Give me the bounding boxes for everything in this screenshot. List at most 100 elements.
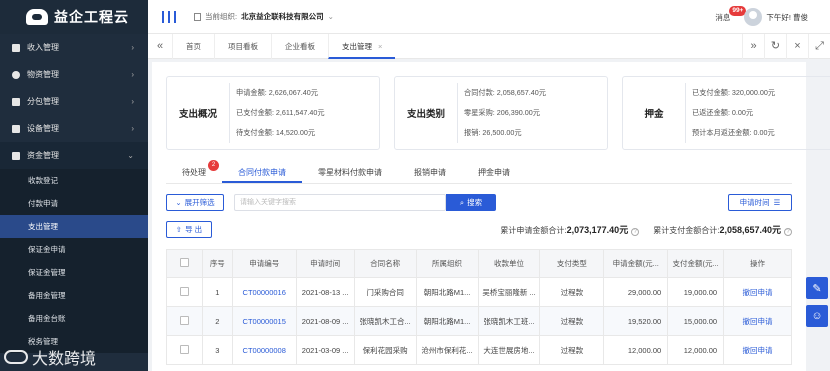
cell-paid-amount: 15,000.00 bbox=[667, 306, 725, 336]
user-float-icon[interactable]: ☺ bbox=[806, 305, 828, 327]
search-label: 搜索 bbox=[467, 198, 483, 207]
tab-enterprise-board[interactable]: 企业看板 bbox=[271, 33, 328, 59]
search-button[interactable]: ⌕ 搜索 bbox=[446, 194, 496, 211]
sidebar-subitem-expense[interactable]: 支出管理 bbox=[0, 215, 148, 238]
totals-bar: 累计申请金额合计:2,073,177.40元? 累计支付金额合计:2,058,6… bbox=[500, 223, 792, 236]
total-paid: 累计支付金额合计:2,058,657.40元? bbox=[653, 223, 792, 236]
file-icon bbox=[12, 43, 20, 52]
list-icon bbox=[12, 124, 20, 133]
table-row: 2 CT00000015 2021-08-09 ... 张晓凯木工合... 朝阳… bbox=[166, 306, 792, 336]
double-chevron-right-icon[interactable]: » bbox=[742, 34, 764, 59]
cell-payee: 吴桥宝丽隆新 ... bbox=[477, 277, 541, 307]
edit-float-icon[interactable]: ✎ bbox=[806, 277, 828, 299]
column-header: 申请编号 bbox=[231, 249, 297, 278]
card-line: 已返还金额: 0.00元 bbox=[692, 108, 754, 117]
help-icon[interactable]: ? bbox=[631, 228, 640, 236]
row-checkbox[interactable] bbox=[166, 277, 203, 307]
tab-misc-material-payment[interactable]: 零星材料付款申请 bbox=[302, 162, 398, 183]
avatar[interactable] bbox=[744, 8, 763, 26]
cell-pay-type: 过程款 bbox=[539, 306, 605, 336]
messages-label: 消息 bbox=[715, 12, 731, 22]
payment-table: 序号 申请编号 申请时间 合同名称 所属组织 收款单位 支付类型 申请金额(元.… bbox=[166, 249, 792, 365]
tab-bar: « 首页 项目看板 企业看板 支出管理 × » ↻ × ⤢ bbox=[148, 33, 830, 59]
card-line: 已支付金额: 2,611,547.40元 bbox=[236, 108, 325, 117]
cell-apply-amount: 12,000.00 bbox=[603, 335, 669, 365]
cell-contract-name: 张晓凯木工合... bbox=[353, 306, 417, 336]
sidebar-subitem-receipt[interactable]: 收款登记 bbox=[0, 169, 148, 192]
user-greeting[interactable]: 下午好! 曹俊 bbox=[766, 12, 808, 23]
main-content: 支出概况 申请金额: 2,626,067.40元 已支付金额: 2,611,54… bbox=[152, 62, 830, 371]
cell-apply-no[interactable]: CT00000008 bbox=[231, 335, 297, 365]
summary-cards: 支出概况 申请金额: 2,626,067.40元 已支付金额: 2,611,54… bbox=[166, 76, 830, 150]
tab-label: 待处理 bbox=[182, 168, 206, 177]
tab-deposit-request[interactable]: 押金申请 bbox=[462, 162, 526, 183]
card-expense-category: 支出类别 合同付款: 2,058,657.40元 零星采购: 206,390.0… bbox=[394, 76, 608, 150]
card-title: 支出类别 bbox=[406, 109, 445, 120]
export-button[interactable]: ⇧ 导 出 bbox=[166, 221, 212, 238]
sidebar-subitem-deposit-manage[interactable]: 保证金管理 bbox=[0, 261, 148, 284]
select-all-checkbox[interactable] bbox=[166, 249, 203, 278]
column-header: 收款单位 bbox=[477, 249, 541, 278]
apply-time-sort-button[interactable]: 申请时间 ☰ bbox=[728, 194, 792, 211]
search-icon: ⌕ bbox=[459, 197, 465, 207]
total-paid-label: 累计支付金额合计: bbox=[653, 226, 720, 235]
cell-apply-no[interactable]: CT00000016 bbox=[231, 277, 297, 307]
search-input[interactable]: 请输入关键字搜索 bbox=[234, 194, 446, 211]
card-line: 零星采购: 206,390.00元 bbox=[464, 108, 540, 117]
withdraw-button[interactable]: 撤回申请 bbox=[723, 335, 792, 365]
tab-expense-manage[interactable]: 支出管理 × bbox=[328, 33, 396, 59]
sidebar-subitem-payment-request[interactable]: 付款申请 bbox=[0, 192, 148, 215]
chevron-right-icon: › bbox=[131, 70, 134, 79]
menu-toggle-icon[interactable] bbox=[162, 10, 176, 23]
card-line: 已支付金额: 320,000.00元 bbox=[692, 88, 776, 97]
column-header: 所属组织 bbox=[415, 249, 479, 278]
sidebar-subitem-petty-cash[interactable]: 备用金管理 bbox=[0, 284, 148, 307]
sidebar-item-funds[interactable]: 资金管理 ⌄ bbox=[0, 142, 148, 169]
cell-index: 3 bbox=[201, 335, 233, 365]
tab-pending[interactable]: 待处理 2 bbox=[166, 160, 222, 183]
total-apply: 累计申请金额合计:2,073,177.40元? bbox=[500, 223, 640, 236]
cell-apply-amount: 19,520.00 bbox=[603, 306, 669, 336]
total-apply-label: 累计申请金额合计: bbox=[500, 226, 567, 235]
card-expense-overview: 支出概况 申请金额: 2,626,067.40元 已支付金额: 2,611,54… bbox=[166, 76, 380, 150]
sidebar-subitem-petty-ledger[interactable]: 备用金台账 bbox=[0, 307, 148, 330]
close-icon[interactable]: × bbox=[378, 42, 382, 51]
close-icon[interactable]: × bbox=[786, 34, 808, 59]
double-chevron-left-icon[interactable]: « bbox=[148, 40, 172, 52]
tab-project-board[interactable]: 项目看板 bbox=[214, 33, 271, 59]
cell-apply-no[interactable]: CT00000015 bbox=[231, 306, 297, 336]
messages-button[interactable]: 消息 99+ bbox=[715, 5, 747, 23]
tab-home[interactable]: 首页 bbox=[172, 33, 214, 59]
export-label: 导 出 bbox=[185, 225, 203, 234]
column-header: 申请金额(元... bbox=[603, 249, 669, 278]
document-icon bbox=[12, 151, 20, 160]
current-org[interactable]: 当前组织: 北京益企联科技有限公司 ⌄ bbox=[194, 11, 334, 22]
fullscreen-icon[interactable]: ⤢ bbox=[808, 34, 830, 59]
sidebar-item-income[interactable]: 收入管理 › bbox=[0, 34, 148, 61]
column-header: 支付金额(元... bbox=[667, 249, 725, 278]
cell-paid-amount: 12,000.00 bbox=[667, 335, 725, 365]
expand-filter-button[interactable]: ⌄ 展开筛选 bbox=[166, 194, 224, 211]
sidebar-item-equipment[interactable]: 设备管理 › bbox=[0, 115, 148, 142]
sidebar-subitem-deposit-request[interactable]: 保证金申请 bbox=[0, 238, 148, 261]
refresh-icon[interactable]: ↻ bbox=[764, 34, 786, 59]
sidebar-item-subcontract[interactable]: 分包管理 › bbox=[0, 88, 148, 115]
cell-apply-amount: 29,000.00 bbox=[603, 277, 669, 307]
cell-org: 朝阳北路M1... bbox=[415, 277, 479, 307]
row-checkbox[interactable] bbox=[166, 306, 203, 336]
cell-apply-time: 2021-03-09 ... bbox=[295, 335, 355, 365]
withdraw-button[interactable]: 撤回申请 bbox=[723, 277, 792, 307]
help-icon[interactable]: ? bbox=[784, 228, 792, 236]
cloud-logo-icon bbox=[26, 9, 48, 25]
sidebar-item-materials[interactable]: 物资管理 › bbox=[0, 61, 148, 88]
network-icon bbox=[12, 97, 20, 106]
tab-contract-payment[interactable]: 合同付款申请 bbox=[222, 162, 302, 183]
withdraw-button[interactable]: 撤回申请 bbox=[723, 306, 792, 336]
sidebar: 益企工程云 收入管理 › 物资管理 › 分包管理 › 设备管理 › 资金管理 ⌄ 收款登记… bbox=[0, 0, 148, 371]
sidebar-item-label: 物资管理 bbox=[27, 70, 59, 79]
tab-reimbursement[interactable]: 报销申请 bbox=[398, 162, 462, 183]
cell-apply-time: 2021-08-13 ... bbox=[295, 277, 355, 307]
card-line: 报销: 26,500.00元 bbox=[464, 128, 522, 137]
logo[interactable]: 益企工程云 bbox=[0, 0, 148, 34]
row-checkbox[interactable] bbox=[166, 335, 203, 365]
